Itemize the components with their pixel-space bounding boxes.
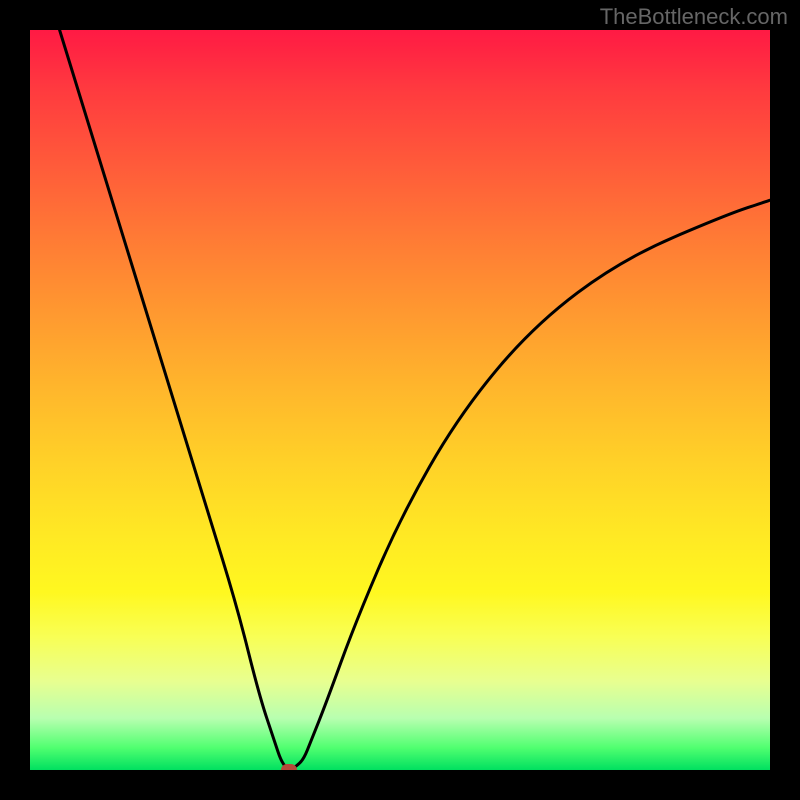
minimum-marker [281, 764, 297, 770]
curve-svg [30, 30, 770, 770]
bottleneck-curve-path [60, 30, 770, 769]
chart-frame: TheBottleneck.com [0, 0, 800, 800]
watermark-label: TheBottleneck.com [600, 4, 788, 30]
plot-area [30, 30, 770, 770]
